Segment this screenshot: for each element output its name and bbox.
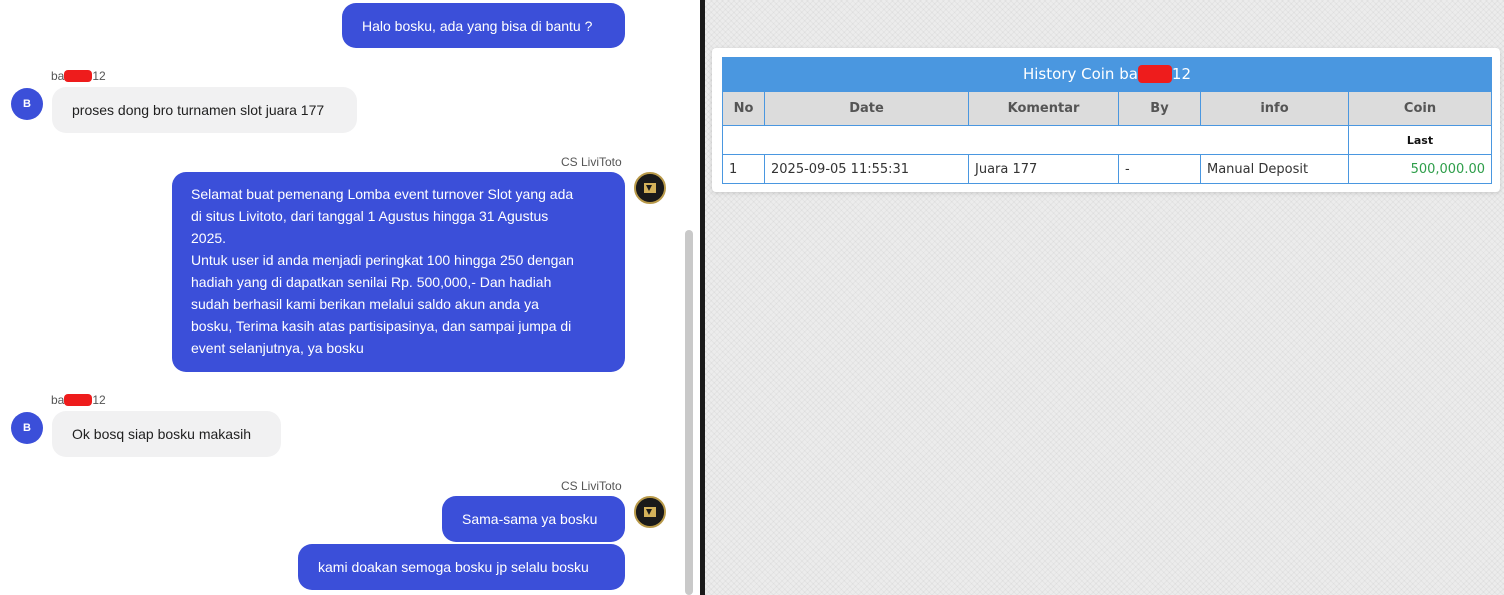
column-header-coin[interactable]: Coin bbox=[1348, 91, 1492, 126]
sender-name: CS LiviToto bbox=[561, 479, 622, 493]
redaction-mark bbox=[1137, 65, 1172, 83]
message-text: proses dong bro turnamen slot juara 177 bbox=[72, 102, 325, 118]
column-header-info[interactable]: info bbox=[1200, 91, 1349, 126]
sender-name: CS LiviToto bbox=[561, 155, 622, 169]
chat-scrollbar-thumb[interactable] bbox=[685, 230, 693, 595]
table-subheader-row: Last bbox=[722, 125, 1492, 155]
message-line: 2025. bbox=[191, 230, 227, 246]
cell-date: 2025-09-05 11:55:31 bbox=[764, 154, 969, 184]
message-text: kami doakan semoga bosku jp selalu bosku bbox=[318, 559, 589, 575]
column-header-komentar[interactable]: Komentar bbox=[968, 91, 1119, 126]
table-row: 1 2025-09-05 11:55:31 Juara 177 - Manual… bbox=[722, 154, 1492, 184]
column-header-no[interactable]: No bbox=[722, 91, 765, 126]
column-header-by[interactable]: By bbox=[1118, 91, 1201, 126]
livitoto-logo-icon bbox=[634, 172, 666, 204]
user-message-bubble: proses dong bro turnamen slot juara 177 bbox=[52, 87, 357, 133]
user-avatar: B bbox=[11, 412, 43, 444]
sender-name: ba 12 bbox=[51, 393, 106, 407]
message-line: Selamat buat pemenang Lomba event turnov… bbox=[191, 186, 574, 202]
cell-no: 1 bbox=[722, 154, 765, 184]
empty-cell bbox=[722, 125, 1349, 155]
user-message-bubble: Ok bosq siap bosku makasih bbox=[52, 411, 281, 457]
message-text: Ok bosq siap bosku makasih bbox=[72, 426, 251, 442]
cell-by: - bbox=[1118, 154, 1201, 184]
cell-komentar: Juara 177 bbox=[968, 154, 1119, 184]
message-text: Sama-sama ya bosku bbox=[462, 511, 598, 527]
message-text: Halo bosku, ada yang bisa di bantu ? bbox=[362, 18, 593, 34]
message-line: di situs Livitoto, dari tanggal 1 Agustu… bbox=[191, 208, 549, 224]
message-line: hadiah yang di dapatkan senilai Rp. 500,… bbox=[191, 274, 552, 290]
column-header-date[interactable]: Date bbox=[764, 91, 969, 126]
message-line: bosku, Terima kasih atas partisipasinya,… bbox=[191, 318, 572, 334]
cell-coin: 500,000.00 bbox=[1348, 154, 1492, 184]
livitoto-logo-icon bbox=[634, 496, 666, 528]
history-title: History Coin ba 12 bbox=[722, 57, 1492, 91]
agent-message-bubble: Selamat buat pemenang Lomba event turnov… bbox=[172, 172, 625, 372]
last-label: Last bbox=[1348, 125, 1492, 155]
agent-message-bubble: Halo bosku, ada yang bisa di bantu ? bbox=[342, 3, 625, 48]
message-line: event selanjutnya, ya bosku bbox=[191, 340, 364, 356]
redaction-mark bbox=[64, 394, 93, 406]
chat-pane: Halo bosku, ada yang bisa di bantu ? ba 1… bbox=[0, 0, 700, 595]
message-line: sudah berhasil kami berikan melalui sald… bbox=[191, 296, 539, 312]
cell-info: Manual Deposit bbox=[1200, 154, 1349, 184]
history-coin-table: History Coin ba 12 No Date Komentar By in… bbox=[722, 57, 1492, 184]
table-header-row: No Date Komentar By info Coin bbox=[722, 91, 1492, 126]
agent-message-bubble: kami doakan semoga bosku jp selalu bosku bbox=[298, 544, 625, 590]
redaction-mark bbox=[64, 70, 93, 82]
agent-message-bubble: Sama-sama ya bosku bbox=[442, 496, 625, 542]
user-avatar: B bbox=[11, 88, 43, 120]
message-line: Untuk user id anda menjadi peringkat 100… bbox=[191, 252, 574, 268]
sender-name: ba 12 bbox=[51, 69, 106, 83]
